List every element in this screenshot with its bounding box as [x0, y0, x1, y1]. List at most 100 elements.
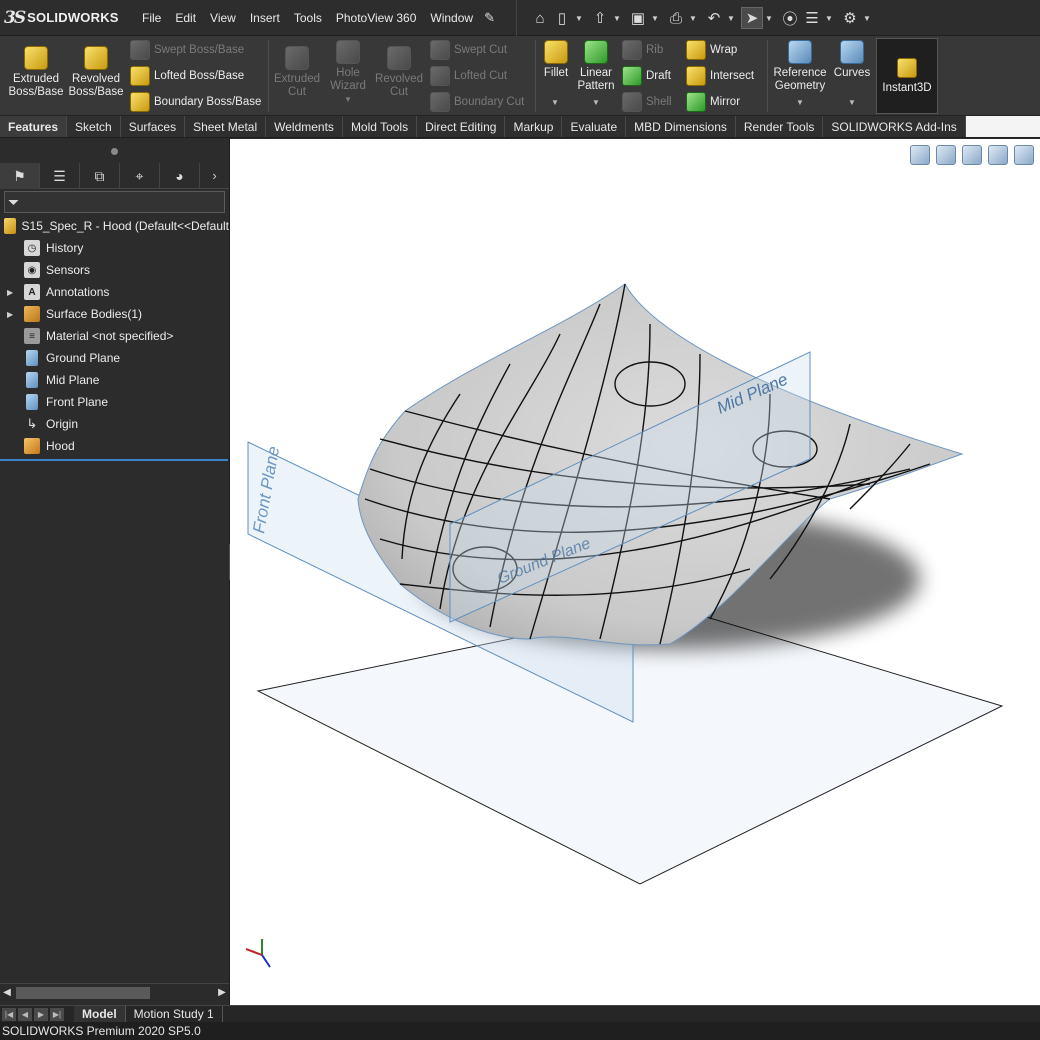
- select-arrow-icon[interactable]: ➤: [741, 7, 763, 29]
- tab-direct-editing[interactable]: Direct Editing: [417, 116, 506, 137]
- shell-button[interactable]: Shell: [622, 92, 672, 112]
- tree-item-sensors[interactable]: ◉ Sensors: [0, 259, 229, 281]
- linear-pattern-button[interactable]: Linear Pattern: [574, 40, 618, 93]
- graphics-area[interactable]: Front Plane Mid Plane Ground Plane: [230, 139, 1040, 1005]
- boundary-cut-button[interactable]: Boundary Cut: [430, 92, 524, 112]
- scroll-thumb[interactable]: [16, 986, 150, 999]
- prev-tab-icon[interactable]: ◀: [18, 1007, 32, 1021]
- panel-tabs-more-icon[interactable]: ›: [200, 163, 229, 188]
- next-tab-icon[interactable]: ▶: [34, 1007, 48, 1021]
- pin-icon[interactable]: ✎: [484, 10, 500, 26]
- panel-grip[interactable]: [0, 139, 229, 163]
- reference-geometry-dropdown-icon[interactable]: ▼: [796, 98, 804, 107]
- dimxpert-tab-icon[interactable]: ⌖: [120, 163, 160, 189]
- menu-insert[interactable]: Insert: [243, 11, 287, 25]
- tree-item-mid-plane[interactable]: Mid Plane: [0, 369, 229, 391]
- panel-horizontal-scrollbar[interactable]: ◀ ▶: [0, 983, 229, 1001]
- undo-dropdown-icon[interactable]: ▼: [725, 14, 737, 23]
- swept-boss-button[interactable]: Swept Boss/Base: [130, 40, 244, 60]
- tab-surfaces[interactable]: Surfaces: [121, 116, 186, 137]
- open-icon[interactable]: ⇧: [589, 7, 611, 29]
- menu-edit[interactable]: Edit: [168, 11, 203, 25]
- tree-item-origin[interactable]: ↳ Origin: [0, 413, 229, 435]
- rollback-bar[interactable]: [0, 459, 228, 461]
- revolved-boss-button[interactable]: Revolved Boss/Base: [66, 46, 126, 99]
- intersect-button[interactable]: Intersect: [686, 66, 754, 86]
- menu-tools[interactable]: Tools: [287, 11, 329, 25]
- tree-item-annotations[interactable]: ▶ A Annotations: [0, 281, 229, 303]
- configuration-manager-tab-icon[interactable]: ⧉: [80, 163, 120, 189]
- tab-sketch[interactable]: Sketch: [67, 116, 121, 137]
- menu-file[interactable]: File: [135, 11, 168, 25]
- tab-model[interactable]: Model: [74, 1005, 126, 1023]
- tab-motion-study-1[interactable]: Motion Study 1: [126, 1005, 223, 1023]
- tab-evaluate[interactable]: Evaluate: [562, 116, 627, 137]
- wrap-button[interactable]: Wrap: [686, 40, 737, 60]
- undo-icon[interactable]: ↶: [703, 7, 725, 29]
- properties-dropdown-icon[interactable]: ▼: [823, 14, 835, 23]
- lofted-cut-button[interactable]: Lofted Cut: [430, 66, 507, 86]
- expand-arrow-icon[interactable]: ▶: [7, 288, 13, 297]
- menu-window[interactable]: Window: [423, 11, 480, 25]
- new-dropdown-icon[interactable]: ▼: [573, 14, 585, 23]
- open-dropdown-icon[interactable]: ▼: [611, 14, 623, 23]
- instant3d-button[interactable]: Instant3D: [876, 38, 938, 114]
- tree-item-hood[interactable]: Hood: [0, 435, 229, 457]
- save-dropdown-icon[interactable]: ▼: [649, 14, 661, 23]
- tree-item-surface-bodies[interactable]: ▶ Surface Bodies(1): [0, 303, 229, 325]
- first-tab-icon[interactable]: |◀: [2, 1007, 16, 1021]
- tab-render-tools[interactable]: Render Tools: [736, 116, 824, 137]
- view-orientation-icon[interactable]: [1014, 145, 1034, 165]
- solidworks-logo[interactable]: 3S SOLIDWORKS: [0, 0, 135, 36]
- rib-button[interactable]: Rib: [622, 40, 663, 60]
- menu-view[interactable]: View: [203, 11, 243, 25]
- draft-button[interactable]: Draft: [622, 66, 671, 86]
- rebuild-traffic-light-icon[interactable]: ⦿: [779, 7, 801, 29]
- curves-button[interactable]: Curves: [830, 40, 874, 80]
- expand-arrow-icon[interactable]: ▶: [7, 310, 13, 319]
- scroll-left-icon[interactable]: ◀: [0, 987, 14, 998]
- last-tab-icon[interactable]: ▶|: [50, 1007, 64, 1021]
- tree-filter[interactable]: ⏷: [4, 191, 225, 213]
- select-dropdown-icon[interactable]: ▼: [763, 14, 775, 23]
- boundary-boss-button[interactable]: Boundary Boss/Base: [130, 92, 261, 112]
- display-manager-tab-icon[interactable]: ◕: [160, 163, 200, 189]
- zoom-to-fit-icon[interactable]: [910, 145, 930, 165]
- section-view-icon[interactable]: [988, 145, 1008, 165]
- tab-solidworks-addins[interactable]: SOLIDWORKS Add-Ins: [823, 116, 966, 137]
- tab-mold-tools[interactable]: Mold Tools: [343, 116, 418, 137]
- curves-dropdown-icon[interactable]: ▼: [848, 98, 856, 107]
- feature-manager-tab-icon[interactable]: ⚑: [0, 163, 40, 189]
- zoom-to-area-icon[interactable]: [936, 145, 956, 165]
- extruded-boss-button[interactable]: Extruded Boss/Base: [6, 46, 66, 99]
- tree-item-root[interactable]: S15_Spec_R - Hood (Default<<Default: [0, 215, 229, 237]
- swept-cut-button[interactable]: Swept Cut: [430, 40, 507, 60]
- home-icon[interactable]: ⌂: [529, 7, 551, 29]
- fillet-dropdown-icon[interactable]: ▼: [551, 98, 559, 107]
- extruded-cut-button[interactable]: Extruded Cut: [270, 46, 324, 99]
- tab-features[interactable]: Features: [0, 116, 68, 137]
- revolved-cut-button[interactable]: Revolved Cut: [372, 46, 426, 99]
- save-icon[interactable]: ▣: [627, 7, 649, 29]
- tab-weldments[interactable]: Weldments: [266, 116, 343, 137]
- menu-photoview[interactable]: PhotoView 360: [329, 11, 424, 25]
- new-document-icon[interactable]: ▯: [551, 7, 573, 29]
- previous-view-icon[interactable]: [962, 145, 982, 165]
- options-dropdown-icon[interactable]: ▼: [861, 14, 873, 23]
- tree-item-material[interactable]: ≡ Material <not specified>: [0, 325, 229, 347]
- mirror-button[interactable]: Mirror: [686, 92, 740, 112]
- file-properties-icon[interactable]: ☰: [801, 7, 823, 29]
- tree-item-front-plane[interactable]: Front Plane: [0, 391, 229, 413]
- print-icon[interactable]: ⎙: [665, 7, 687, 29]
- pattern-dropdown-icon[interactable]: ▼: [592, 98, 600, 107]
- tree-item-ground-plane[interactable]: Ground Plane: [0, 347, 229, 369]
- hole-wizard-dropdown-icon[interactable]: ▼: [344, 93, 352, 106]
- scroll-right-icon[interactable]: ▶: [215, 987, 229, 998]
- tree-item-history[interactable]: ◷ History: [0, 237, 229, 259]
- tab-mbd-dimensions[interactable]: MBD Dimensions: [626, 116, 736, 137]
- hole-wizard-button[interactable]: Hole Wizard ▼: [322, 40, 374, 106]
- fillet-button[interactable]: Fillet: [538, 40, 574, 80]
- tab-sheet-metal[interactable]: Sheet Metal: [185, 116, 267, 137]
- tab-markup[interactable]: Markup: [505, 116, 563, 137]
- print-dropdown-icon[interactable]: ▼: [687, 14, 699, 23]
